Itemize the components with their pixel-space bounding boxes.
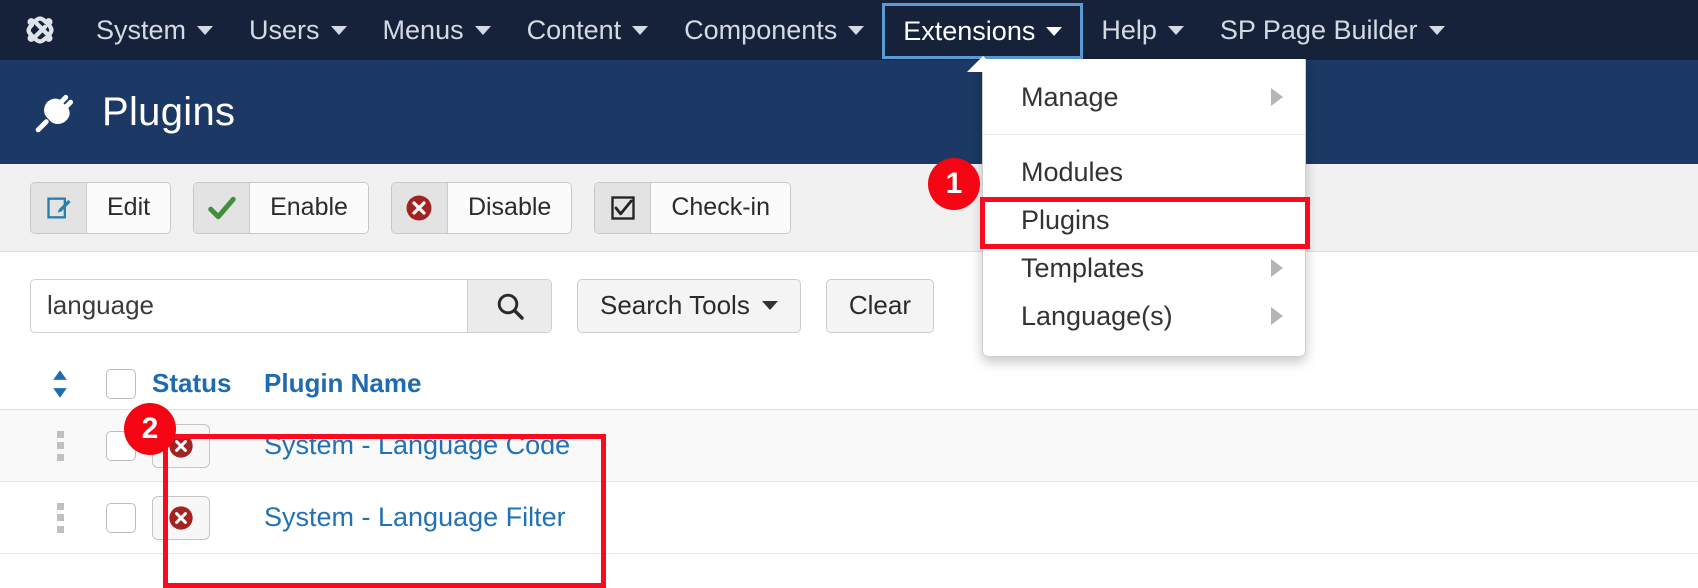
nav-item-components[interactable]: Components: [666, 1, 882, 59]
nav-item-content[interactable]: Content: [509, 1, 667, 59]
sort-arrows-icon[interactable]: [30, 369, 90, 399]
nav-item-system[interactable]: System: [78, 1, 231, 59]
row-checkbox[interactable]: [90, 502, 152, 533]
disabled-x-icon[interactable]: [152, 495, 210, 540]
magnifier-icon: [497, 293, 524, 320]
search-tools-label: Search Tools: [600, 290, 750, 320]
plugins-table: Status Plugin Name System - Language Cod…: [0, 358, 1698, 554]
enable-button-label: Enable: [250, 182, 368, 233]
chevron-down-icon: [1046, 26, 1063, 36]
chevron-down-icon: [330, 25, 347, 35]
chevron-down-icon: [848, 25, 865, 35]
nav-item-help[interactable]: Help: [1083, 1, 1202, 59]
table-header-row: Status Plugin Name: [0, 358, 1698, 410]
nav-item-sp-page-builder[interactable]: SP Page Builder: [1202, 1, 1463, 59]
edit-pencil-icon: [31, 182, 87, 233]
search-group: [30, 278, 552, 333]
page-title: Plugins: [102, 89, 236, 134]
top-navbar: System Users Menus Content Components Ex…: [0, 0, 1698, 72]
plugin-name-link[interactable]: System - Language Filter: [264, 502, 566, 533]
table-row[interactable]: System - Language Filter: [0, 482, 1698, 554]
clear-button[interactable]: Clear: [825, 278, 934, 333]
nav-label: Help: [1101, 14, 1157, 45]
search-tools-button[interactable]: Search Tools: [577, 278, 801, 333]
edit-button-label: Edit: [87, 182, 171, 233]
disable-button-label: Disable: [447, 182, 572, 233]
nav-item-menus[interactable]: Menus: [365, 1, 509, 59]
menu-divider: [983, 134, 1305, 135]
clear-label: Clear: [848, 290, 911, 320]
nav-label: Users: [249, 14, 320, 45]
menu-item-modules[interactable]: Modules: [983, 148, 1305, 196]
toolbar: Edit Enable Disable Check-in: [0, 164, 1698, 252]
column-header-plugin-name[interactable]: Plugin Name: [264, 368, 1698, 399]
extensions-dropdown-menu: Manage Modules Plugins Templates Languag…: [982, 59, 1306, 357]
enable-button[interactable]: Enable: [193, 181, 369, 234]
annotation-badge-1: 1: [928, 158, 980, 210]
chevron-down-icon: [1167, 25, 1184, 35]
column-header-status[interactable]: Status: [152, 368, 264, 399]
nav-label: SP Page Builder: [1219, 14, 1418, 45]
dropdown-pointer-arrow: [966, 56, 999, 72]
plugin-name-link[interactable]: System - Language Code: [264, 430, 570, 461]
nav-item-extensions[interactable]: Extensions: [882, 3, 1084, 72]
chevron-down-icon: [197, 25, 214, 35]
menu-item-languages[interactable]: Language(s): [983, 292, 1305, 340]
check-in-button-label: Check-in: [651, 182, 790, 233]
chevron-down-icon: [474, 25, 491, 35]
nav-label: Content: [526, 14, 622, 45]
menu-item-templates[interactable]: Templates: [983, 244, 1305, 292]
chevron-down-icon: [1428, 25, 1445, 35]
check-in-button[interactable]: Check-in: [594, 181, 791, 234]
nav-item-users[interactable]: Users: [231, 1, 365, 59]
annotation-badge-2: 2: [124, 403, 176, 455]
menu-item-manage[interactable]: Manage: [983, 73, 1305, 121]
chevron-down-icon: [761, 301, 778, 310]
menu-item-plugins[interactable]: Plugins: [983, 196, 1305, 244]
nav-label: System: [96, 14, 187, 45]
chevron-down-icon: [632, 25, 649, 35]
checkbox-icon: [595, 182, 652, 233]
disable-button[interactable]: Disable: [390, 181, 573, 234]
nav-label: Components: [684, 14, 838, 45]
drag-handle-icon[interactable]: [30, 502, 90, 533]
drag-handle-icon[interactable]: [30, 430, 90, 461]
plug-icon: [30, 86, 82, 138]
chevron-right-icon: [1271, 88, 1283, 106]
nav-label: Extensions: [903, 15, 1036, 46]
select-all-checkbox[interactable]: [90, 368, 152, 399]
edit-button[interactable]: Edit: [30, 181, 172, 234]
table-row[interactable]: System - Language Code: [0, 410, 1698, 482]
joomla-logo-icon[interactable]: [20, 10, 60, 50]
search-submit-button[interactable]: [467, 279, 551, 332]
chevron-right-icon: [1271, 259, 1283, 277]
check-icon: [194, 182, 251, 233]
cancel-circle-icon: [391, 182, 448, 233]
chevron-right-icon: [1271, 307, 1283, 325]
nav-label: Menus: [382, 14, 464, 45]
search-row: Search Tools Clear: [0, 253, 1698, 358]
search-input[interactable]: [31, 279, 467, 332]
page-header: Plugins: [0, 60, 1698, 164]
